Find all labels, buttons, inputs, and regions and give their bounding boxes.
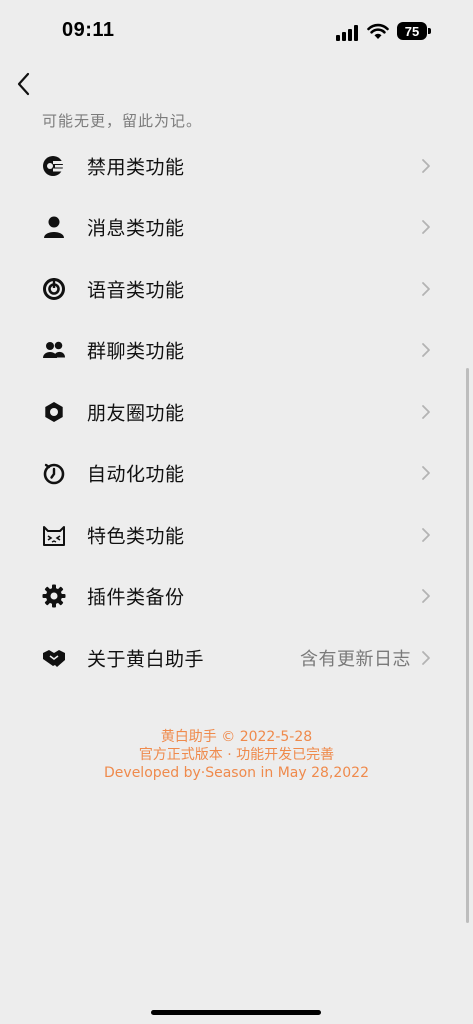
chevron-right-icon <box>422 158 430 173</box>
chevron-left-icon <box>17 72 30 96</box>
menu-item-moments-features[interactable]: 朋友圈功能 <box>0 381 473 443</box>
chevron-right-icon <box>422 650 430 665</box>
person-icon <box>42 215 66 239</box>
chevron-right-icon <box>422 281 430 296</box>
menu-item-label: 朋友圈功能 <box>87 402 185 425</box>
footer-copyright: 黄白助手 © 2022-5-28 <box>160 729 313 745</box>
back-button[interactable] <box>14 70 36 98</box>
cellular-signal-icon <box>336 25 358 41</box>
timer-icon <box>42 461 66 485</box>
group-icon <box>42 338 66 362</box>
menu-item-special-features[interactable]: 特色类功能 <box>0 504 473 566</box>
handshake-icon <box>42 646 66 670</box>
footer-version: 官方正式版本 · 功能开发已完善 <box>138 747 335 763</box>
menu-item-label: 语音类功能 <box>87 279 185 302</box>
chevron-right-icon <box>422 343 430 358</box>
chevron-right-icon <box>422 589 430 604</box>
menu-item-label: 自动化功能 <box>87 463 185 486</box>
wifi-icon <box>367 23 389 39</box>
home-indicator <box>151 1010 321 1015</box>
battery-indicator: 75 <box>397 22 427 40</box>
chevron-right-icon <box>422 404 430 419</box>
footer: 黄白助手 © 2022-5-28 官方正式版本 · 功能开发已完善 Develo… <box>0 728 473 782</box>
menu-item-label: 插件类备份 <box>87 586 185 609</box>
scrollbar[interactable] <box>466 368 469 923</box>
cat-icon <box>42 523 66 547</box>
page-subtitle: 可能无更，留此为记。 <box>42 112 203 130</box>
menu-item-label: 禁用类功能 <box>87 156 185 179</box>
menu-item-voice-features[interactable]: 语音类功能 <box>0 258 473 320</box>
menu-list: 禁用类功能 消息类功能 语音类功能 群聊类功能 朋友圈功能 自动化功能 特色类功… <box>0 135 473 689</box>
battery-level: 75 <box>404 23 420 39</box>
menu-item-label: 群聊类功能 <box>87 340 185 363</box>
chevron-right-icon <box>422 466 430 481</box>
menu-item-message-features[interactable]: 消息类功能 <box>0 197 473 259</box>
moments-icon <box>42 400 66 424</box>
battery-nub <box>428 28 431 34</box>
status-time: 09:11 <box>62 19 115 41</box>
voice-icon <box>42 277 66 301</box>
chevron-right-icon <box>422 527 430 542</box>
menu-item-label: 消息类功能 <box>87 217 185 240</box>
status-bar: 09:11 75 <box>0 0 473 62</box>
chevron-right-icon <box>422 220 430 235</box>
ban-features-icon <box>42 154 66 178</box>
menu-item-label: 关于黄白助手 <box>87 648 205 671</box>
menu-item-about[interactable]: 关于黄白助手 含有更新日志 <box>0 627 473 689</box>
footer-developer: Developed by·Season in May 28,2022 <box>104 765 369 781</box>
menu-item-group-features[interactable]: 群聊类功能 <box>0 320 473 382</box>
gear-icon <box>42 584 66 608</box>
menu-item-automation-features[interactable]: 自动化功能 <box>0 443 473 505</box>
menu-item-value: 含有更新日志 <box>300 648 411 670</box>
menu-item-plugin-backup[interactable]: 插件类备份 <box>0 566 473 628</box>
menu-item-ban-features[interactable]: 禁用类功能 <box>0 135 473 197</box>
menu-item-label: 特色类功能 <box>87 525 185 548</box>
